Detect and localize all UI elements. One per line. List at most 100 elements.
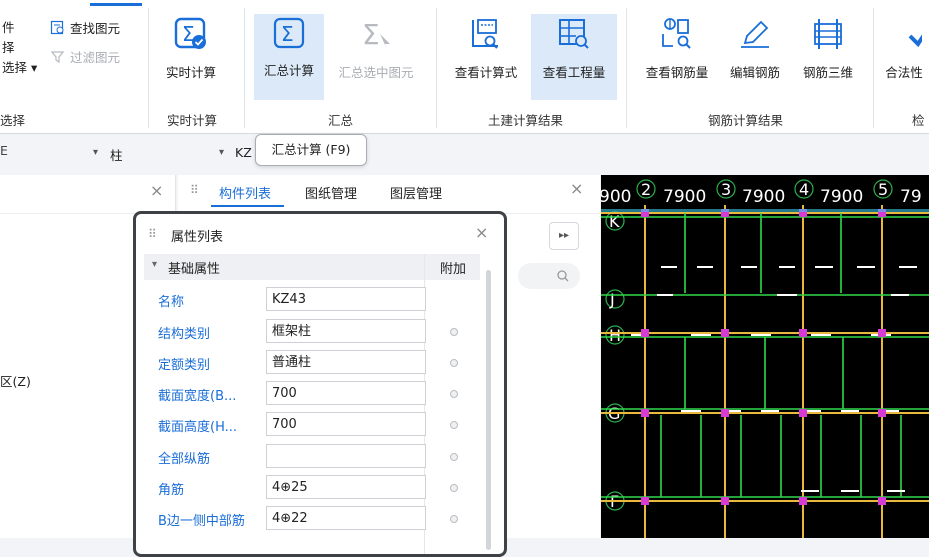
element-name-select[interactable]: KZ: [235, 145, 252, 160]
rebar-3d-button[interactable]: 钢筋三维: [793, 16, 863, 81]
property-row: 名称 KZ43: [136, 285, 480, 315]
axis-dim-label: 900: [601, 187, 631, 207]
axis-letter: J: [609, 290, 615, 309]
property-row: B边一侧中部筋 4⊕22: [136, 504, 480, 534]
property-value-input[interactable]: 700: [266, 412, 426, 436]
view-formula-button[interactable]: 查看计算式: [444, 16, 528, 81]
view-rebar-qty-button[interactable]: 查看钢筋量: [636, 16, 718, 81]
svg-text:Σ: Σ: [281, 22, 294, 46]
drag-handle-icon[interactable]: ⠿: [148, 227, 157, 241]
extra-toggle[interactable]: [450, 390, 458, 398]
separator: [148, 8, 149, 128]
active-tab-indicator: [90, 3, 142, 6]
separator: [436, 8, 437, 128]
property-row: 结构类别 框架柱: [136, 317, 480, 347]
section-title: 基础属性: [168, 262, 221, 277]
property-value-input[interactable]: 4⊕22: [266, 506, 426, 530]
group-label-civil: 土建计算结果: [488, 113, 564, 128]
property-label: 名称: [158, 295, 185, 310]
axis-letter: K: [609, 212, 620, 231]
select-item-1[interactable]: 件: [2, 18, 37, 38]
summary-selected-button[interactable]: Σ 汇总选中图元: [328, 16, 424, 81]
axis-dim-label: 7900: [663, 187, 706, 207]
separator: [244, 8, 245, 128]
realtime-calc-icon: Σ: [174, 17, 206, 49]
summary-calc-tooltip: 汇总计算 (F9): [255, 134, 367, 166]
chevron-down-icon[interactable]: ▾: [93, 147, 98, 158]
group-label-summary: 汇总: [328, 113, 354, 128]
extra-toggle[interactable]: [450, 453, 458, 461]
active-tab-underline: [211, 205, 284, 207]
dialog-title: 属性列表: [171, 230, 224, 245]
property-row: 全部纵筋: [136, 442, 480, 472]
tab-component-list[interactable]: 构件列表: [219, 183, 271, 202]
property-row: 截面宽度(B... 700: [136, 379, 480, 409]
property-value-input[interactable]: 普通柱: [266, 350, 426, 374]
property-value-input[interactable]: KZ43: [266, 287, 426, 311]
extra-toggle[interactable]: [450, 359, 458, 367]
select-item-3[interactable]: 选择 ▾: [2, 58, 37, 78]
axis-number: 2: [641, 180, 651, 199]
select-item-2[interactable]: 择: [2, 38, 37, 58]
axis-number: 5: [878, 180, 888, 199]
property-row: 定额类别 普通柱: [136, 348, 480, 378]
axis-dim-label: 7900: [742, 187, 785, 207]
structural-plan-drawing[interactable]: 900 7900 7900 7900 79 2 3 4 5 K J H G F: [601, 175, 929, 538]
search-input[interactable]: [518, 263, 580, 289]
group-label-realtime: 实时计算: [167, 113, 218, 128]
view-quantity-icon: [559, 19, 589, 49]
sigma-icon: Σ: [273, 17, 305, 49]
property-value-input[interactable]: 700: [266, 381, 426, 405]
scrollbar[interactable]: [486, 270, 491, 550]
check-icon: [908, 34, 922, 48]
property-row: 截面高度(H... 700: [136, 410, 480, 440]
edit-pencil-icon: [741, 20, 769, 48]
left-panel-item[interactable]: 区(Z): [0, 371, 31, 390]
element-type-select[interactable]: 柱: [110, 145, 123, 164]
extra-toggle[interactable]: [450, 484, 458, 492]
extra-toggle[interactable]: [450, 328, 458, 336]
legality-button[interactable]: 合法性: [879, 16, 929, 81]
property-row: 角筋 4⊕25: [136, 473, 480, 503]
property-label: 截面高度(H...: [158, 420, 238, 435]
view-quantity-button[interactable]: 查看工程量: [531, 14, 617, 100]
collapse-icon[interactable]: ▾: [152, 259, 157, 270]
close-icon[interactable]: ×: [570, 179, 583, 198]
view-rebar-icon: [662, 18, 691, 49]
group-label-select: 选择: [0, 113, 26, 128]
filter-element-button[interactable]: 过滤图元: [50, 47, 120, 66]
first-select-stub[interactable]: E: [0, 143, 8, 163]
close-icon[interactable]: ×: [475, 223, 488, 242]
property-label: 截面宽度(B...: [158, 389, 237, 404]
cad-drawing-canvas[interactable]: 900 7900 7900 7900 79 2 3 4 5 K J H G F: [601, 175, 929, 538]
drag-handle-icon[interactable]: ⠿: [190, 183, 199, 197]
tab-layer-management[interactable]: 图层管理: [390, 183, 442, 202]
separator: [626, 8, 627, 128]
group-label-rebar: 钢筋计算结果: [708, 113, 784, 128]
axis-number: 4: [799, 180, 809, 199]
view-formula-icon: [472, 19, 498, 49]
axis-dim-label: 7900: [820, 187, 863, 207]
realtime-calc-button[interactable]: Σ 实时计算: [155, 16, 227, 81]
summary-calc-button[interactable]: Σ 汇总计算: [254, 14, 324, 100]
svg-text:Σ: Σ: [362, 18, 380, 51]
chevron-down-icon[interactable]: ▾: [219, 147, 224, 158]
property-value-input[interactable]: 4⊕25: [266, 475, 426, 499]
property-value-input[interactable]: 框架柱: [266, 319, 426, 343]
axis-dim-label: 79: [900, 187, 922, 207]
section-header-basic[interactable]: ▾ 基础属性 附加: [144, 254, 480, 280]
extra-toggle[interactable]: [450, 515, 458, 523]
tab-drawing-management[interactable]: 图纸管理: [305, 183, 357, 202]
axis-number: 3: [721, 180, 731, 199]
separator: [873, 8, 874, 128]
expand-button[interactable]: ▸▸: [549, 222, 579, 250]
property-label: 角筋: [158, 483, 185, 498]
select-group-partial: 件 择 选择 ▾: [2, 18, 37, 78]
edit-rebar-button[interactable]: 编辑钢筋: [722, 16, 788, 81]
extra-toggle[interactable]: [450, 421, 458, 429]
close-icon[interactable]: ×: [150, 181, 163, 200]
property-value-input[interactable]: [266, 444, 426, 468]
search-icon: [557, 270, 569, 282]
find-element-button[interactable]: 查找图元: [50, 18, 120, 37]
filter-icon: [50, 51, 65, 64]
